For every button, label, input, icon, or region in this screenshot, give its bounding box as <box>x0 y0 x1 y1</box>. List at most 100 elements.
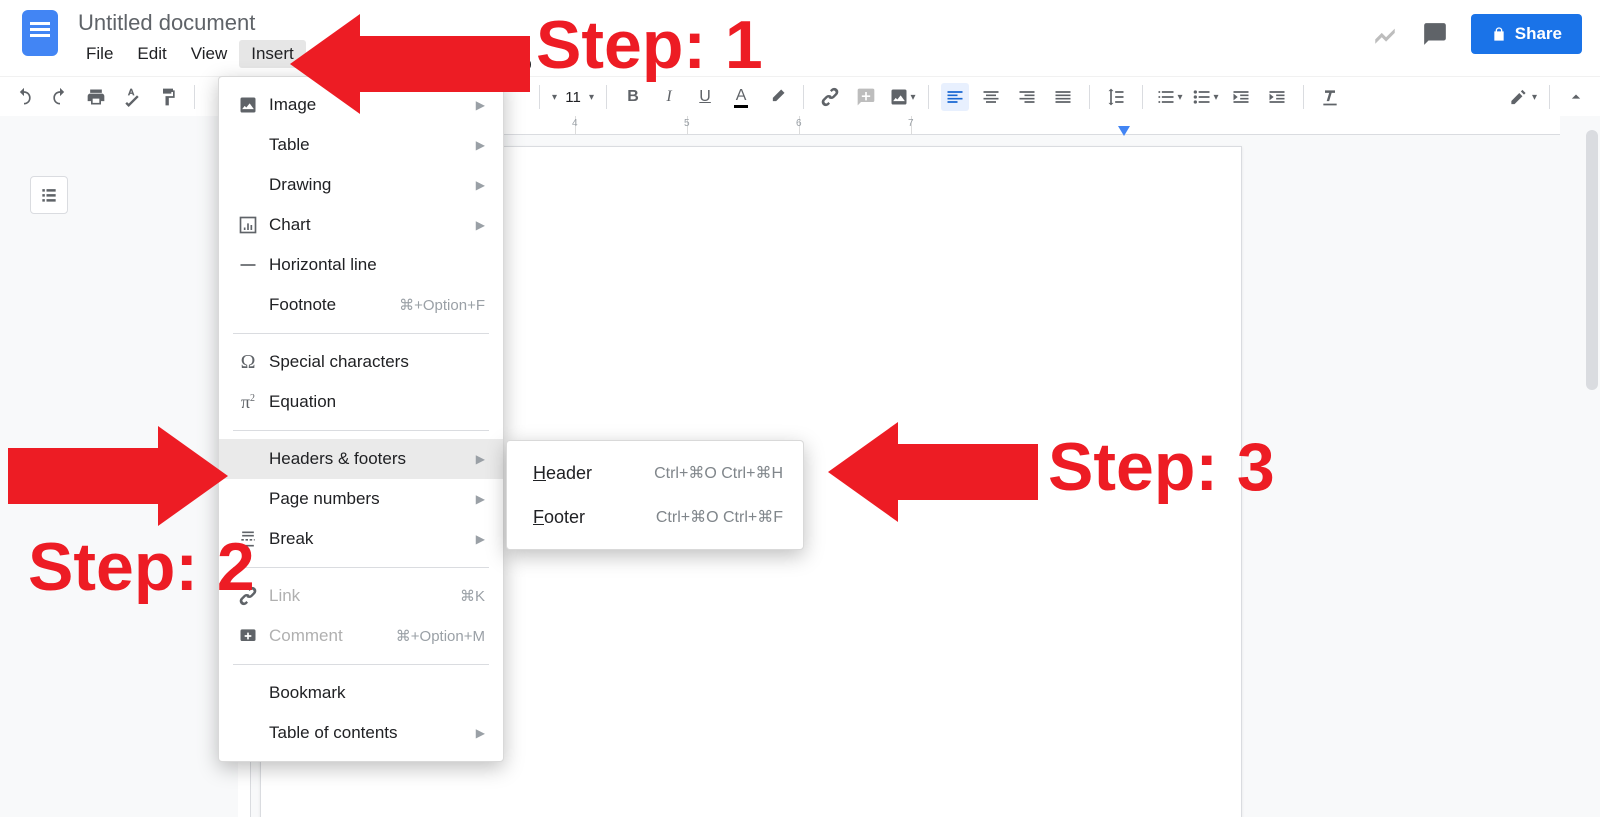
annotation-arrow-step1 <box>290 14 530 114</box>
spellcheck-button[interactable] <box>118 83 146 111</box>
hr-icon <box>233 255 263 275</box>
open-comments-icon[interactable] <box>1421 20 1449 48</box>
insert-menu-link-label: Link <box>263 586 436 606</box>
print-button[interactable] <box>82 83 110 111</box>
submenu-caret-icon: ▶ <box>460 218 485 232</box>
insert-menu-special-label: Special characters <box>263 352 485 372</box>
menu-file[interactable]: File <box>74 40 125 68</box>
insert-menu-headers[interactable]: Headers & footers▶ <box>219 439 503 479</box>
insert-menu-headers-label: Headers & footers <box>263 449 460 469</box>
image-icon <box>233 95 263 115</box>
bulleted-list-button[interactable]: ▾ <box>1191 83 1219 111</box>
insert-menu-footnote-label: Footnote <box>263 295 375 315</box>
insert-menu-bookmark[interactable]: Bookmark <box>219 673 503 713</box>
insert-menu-link-shortcut: ⌘K <box>436 587 485 605</box>
share-button[interactable]: Share <box>1471 14 1582 54</box>
font-size-value: 11 <box>561 89 585 106</box>
insert-menu-pagenum[interactable]: Page numbers▶ <box>219 479 503 519</box>
insert-menu-bookmark-label: Bookmark <box>263 683 485 703</box>
underline-button[interactable]: U <box>691 83 719 111</box>
insert-menu-equation[interactable]: π2Equation <box>219 382 503 422</box>
numbered-list-button[interactable]: ▾ <box>1155 83 1183 111</box>
font-size-control[interactable]: ▾ 11 ▾ <box>552 89 594 106</box>
align-justify-button[interactable] <box>1049 83 1077 111</box>
editing-mode-button[interactable]: ▾ <box>1509 83 1537 111</box>
insert-menu-equation-label: Equation <box>263 392 485 412</box>
submenu-caret-icon: ▶ <box>460 178 485 192</box>
annotation-arrow-step2 <box>8 426 228 526</box>
vertical-scrollbar[interactable] <box>1586 130 1598 390</box>
insert-menu-comment: Comment⌘+Option+M <box>219 616 503 656</box>
insert-menu-chart-label: Chart <box>263 215 460 235</box>
insert-menu-link: Link⌘K <box>219 576 503 616</box>
submenu-caret-icon: ▶ <box>460 452 485 466</box>
activity-icon[interactable] <box>1371 20 1399 48</box>
hf-submenu-header[interactable]: HeaderCtrl+⌘O Ctrl+⌘H <box>507 451 803 495</box>
hf-submenu-footer-shortcut: Ctrl+⌘O Ctrl+⌘F <box>632 507 783 527</box>
app-header: Untitled document File Edit View Insert … <box>0 0 1600 76</box>
insert-image-button[interactable]: ▾ <box>888 83 916 111</box>
insert-menu: Image▶Table▶Drawing▶Chart▶Horizontal lin… <box>218 76 504 762</box>
hf-submenu-header-label: Header <box>527 463 630 484</box>
align-center-button[interactable] <box>977 83 1005 111</box>
insert-menu-drawing[interactable]: Drawing▶ <box>219 165 503 205</box>
line-spacing-button[interactable] <box>1102 83 1130 111</box>
insert-menu-footnote-shortcut: ⌘+Option+F <box>375 296 485 314</box>
submenu-caret-icon: ▶ <box>460 492 485 506</box>
text-color-button[interactable]: A <box>727 83 755 111</box>
insert-menu-comment-label: Comment <box>263 626 372 646</box>
insert-comment-button[interactable] <box>852 83 880 111</box>
pi-icon: π2 <box>233 392 263 413</box>
annotation-arrow-step3 <box>828 422 1038 522</box>
insert-menu-table-label: Table <box>263 135 460 155</box>
annotation-label-step1: Step: 1 <box>536 6 763 84</box>
submenu-caret-icon: ▶ <box>460 726 485 740</box>
insert-menu-break[interactable]: Break▶ <box>219 519 503 559</box>
highlight-color-button[interactable] <box>763 83 791 111</box>
align-right-button[interactable] <box>1013 83 1041 111</box>
hf-submenu-header-shortcut: Ctrl+⌘O Ctrl+⌘H <box>630 463 783 483</box>
insert-menu-footnote[interactable]: Footnote⌘+Option+F <box>219 285 503 325</box>
insert-menu-drawing-label: Drawing <box>263 175 460 195</box>
increase-indent-button[interactable] <box>1263 83 1291 111</box>
insert-menu-pagenum-label: Page numbers <box>263 489 460 509</box>
insert-menu-hr-label: Horizontal line <box>263 255 485 275</box>
insert-menu-toc-label: Table of contents <box>263 723 460 743</box>
menu-edit[interactable]: Edit <box>125 40 178 68</box>
insert-menu-break-label: Break <box>263 529 460 549</box>
insert-menu-chart[interactable]: Chart▶ <box>219 205 503 245</box>
insert-menu-special[interactable]: ΩSpecial characters <box>219 342 503 382</box>
docs-logo[interactable] <box>18 6 62 66</box>
right-indent-marker[interactable] <box>1118 126 1130 136</box>
insert-menu-table[interactable]: Table▶ <box>219 125 503 165</box>
headers-footers-submenu: HeaderCtrl+⌘O Ctrl+⌘HFooterCtrl+⌘O Ctrl+… <box>506 440 804 550</box>
redo-button[interactable] <box>46 83 74 111</box>
bold-button[interactable]: B <box>619 83 647 111</box>
insert-menu-hr[interactable]: Horizontal line <box>219 245 503 285</box>
chart-icon <box>233 215 263 235</box>
share-button-label: Share <box>1515 24 1562 44</box>
align-left-button[interactable] <box>941 83 969 111</box>
submenu-caret-icon: ▶ <box>460 532 485 546</box>
decrease-indent-button[interactable] <box>1227 83 1255 111</box>
docs-logo-icon <box>22 10 58 56</box>
menu-view[interactable]: View <box>179 40 240 68</box>
submenu-caret-icon: ▶ <box>460 138 485 152</box>
comment-icon <box>233 626 263 646</box>
font-size-decrease[interactable]: ▾ <box>552 92 557 103</box>
insert-link-button[interactable] <box>816 83 844 111</box>
italic-button[interactable]: I <box>655 83 683 111</box>
annotation-label-step2: Step: 2 <box>28 528 255 606</box>
lock-icon <box>1491 26 1507 42</box>
omega-icon: Ω <box>233 351 263 374</box>
collapse-toolbar-button[interactable] <box>1562 83 1590 111</box>
font-size-increase[interactable]: ▾ <box>589 92 594 103</box>
insert-menu-comment-shortcut: ⌘+Option+M <box>372 627 485 645</box>
clear-formatting-button[interactable] <box>1316 83 1344 111</box>
paint-format-button[interactable] <box>154 83 182 111</box>
hf-submenu-footer[interactable]: FooterCtrl+⌘O Ctrl+⌘F <box>507 495 803 539</box>
document-outline-button[interactable] <box>30 176 68 214</box>
insert-menu-toc[interactable]: Table of contents▶ <box>219 713 503 753</box>
undo-button[interactable] <box>10 83 38 111</box>
annotation-label-step3: Step: 3 <box>1048 428 1275 506</box>
